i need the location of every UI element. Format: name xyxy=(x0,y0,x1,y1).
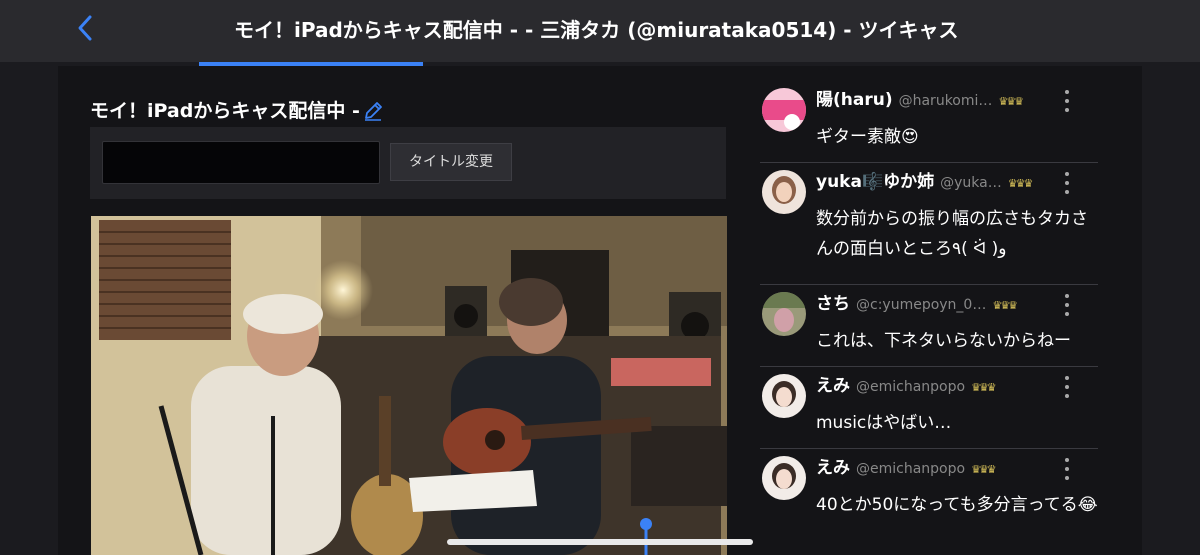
comment-author-name: yuka🎼ゆか姉 xyxy=(816,172,935,192)
comment-text: musicはやばい… xyxy=(816,413,952,433)
comment-handle: @yuka… xyxy=(940,175,1002,191)
chevron-left-icon xyxy=(77,14,93,46)
comment-list: 陽(haru) @harukomi… ♛♛♛ ギター素敵😍 yuka🎼ゆか姉 @yuk… xyxy=(760,80,1100,555)
comment-handle: @c:yumepoyn_0… xyxy=(856,297,987,313)
comment-item[interactable]: yuka🎼ゆか姉 @yuka… ♛♛♛ 数分前からの振り幅の広さもタカさんの面白いと… xyxy=(760,162,1098,285)
comment-author: さち @c:yumepoyn_0… ♛♛♛ xyxy=(816,292,1018,318)
more-vertical-icon[interactable] xyxy=(1062,294,1072,316)
crown-badge-icon: ♛♛♛ xyxy=(971,463,997,476)
comment-author: 陽(haru) @harukomi… ♛♛♛ xyxy=(816,88,1024,114)
top-bar: モイ！iPadからキャス配信中 - - 三浦タカ (@miurataka0514… xyxy=(0,0,1200,62)
more-vertical-icon[interactable] xyxy=(1062,172,1072,194)
comment-handle: @emichanpopo xyxy=(856,379,966,395)
avatar[interactable] xyxy=(762,292,806,336)
comment-text: 40とか50になっても多分言ってる😂 xyxy=(816,495,1098,515)
title-change-button[interactable]: タイトル変更 xyxy=(390,143,512,181)
page-title: モイ！iPadからキャス配信中 - - 三浦タカ (@miurataka0514… xyxy=(234,18,959,42)
comment-item[interactable]: 陽(haru) @harukomi… ♛♛♛ ギター素敵😍 xyxy=(760,80,1098,163)
crown-badge-icon: ♛♛♛ xyxy=(971,381,997,394)
more-vertical-icon[interactable] xyxy=(1062,90,1072,112)
back-button[interactable] xyxy=(70,14,100,46)
comment-author-name: 陽(haru) xyxy=(816,90,893,110)
crown-badge-icon: ♛♛♛ xyxy=(992,299,1018,312)
comment-handle: @emichanpopo xyxy=(856,461,966,477)
comment-handle: @harukomi… xyxy=(898,93,993,109)
crown-badge-icon: ♛♛♛ xyxy=(998,95,1024,108)
comment-author: えみ @emichanpopo ♛♛♛ xyxy=(816,456,997,482)
comment-text: これは、下ネタいらないからねー xyxy=(816,331,1071,351)
avatar[interactable] xyxy=(762,170,806,214)
comment-author-name: さち xyxy=(816,294,850,314)
crown-badge-icon: ♛♛♛ xyxy=(1007,177,1034,190)
stream-title-text: モイ！iPadからキャス配信中 - xyxy=(90,100,360,122)
avatar[interactable] xyxy=(762,374,806,418)
stream-title: モイ！iPadからキャス配信中 - xyxy=(90,97,384,125)
home-indicator[interactable] xyxy=(447,539,753,545)
comment-text: 数分前からの振り幅の広さもタカさんの面白いところ٩( ᐛ )و xyxy=(816,209,1088,259)
comment-item[interactable]: えみ @emichanpopo ♛♛♛ musicはやばい… xyxy=(760,366,1098,449)
more-vertical-icon[interactable] xyxy=(1062,376,1072,398)
comment-item[interactable]: えみ @emichanpopo ♛♛♛ 40とか50になっても多分言ってる😂 xyxy=(760,448,1098,555)
title-input[interactable] xyxy=(102,141,380,184)
comment-author: えみ @emichanpopo ♛♛♛ xyxy=(816,374,997,400)
comment-author-name: えみ xyxy=(816,376,850,396)
more-vertical-icon[interactable] xyxy=(1062,458,1072,480)
comment-item[interactable]: さち @c:yumepoyn_0… ♛♛♛ これは、下ネタいらないからねー xyxy=(760,284,1098,367)
comment-text: ギター素敵😍 xyxy=(816,127,919,147)
avatar[interactable] xyxy=(762,456,806,500)
comment-author-name: えみ xyxy=(816,458,850,478)
comment-author: yuka🎼ゆか姉 @yuka… ♛♛♛ xyxy=(816,170,1034,196)
avatar[interactable] xyxy=(762,88,806,132)
video-player[interactable] xyxy=(91,216,727,555)
pencil-icon[interactable] xyxy=(362,100,384,122)
